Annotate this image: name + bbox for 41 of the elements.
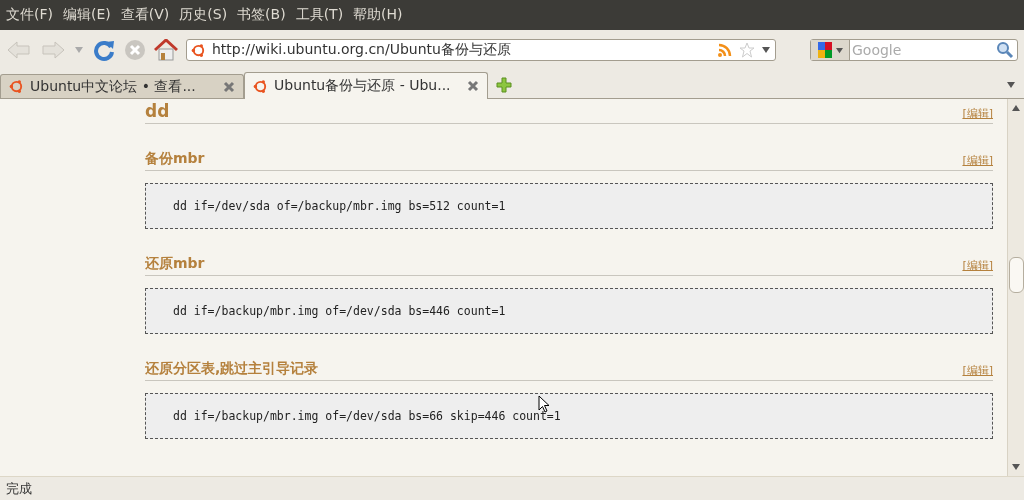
site-logo-icon (191, 42, 206, 58)
ubuntu-logo-icon (253, 78, 268, 94)
stop-icon[interactable] (124, 39, 146, 61)
scrollbar[interactable] (1007, 99, 1024, 476)
search-icon[interactable] (996, 41, 1014, 59)
menu-item[interactable]: 编辑(E) (63, 6, 111, 24)
section-heading: 还原mbr (145, 255, 205, 273)
menu-item[interactable]: 历史(S) (179, 6, 228, 24)
search-bar[interactable]: Google (810, 39, 1018, 61)
mouse-cursor-icon (538, 395, 550, 413)
scroll-thumb[interactable] (1009, 257, 1024, 293)
menu-item[interactable]: 帮助(H) (353, 6, 403, 24)
section-heading: dd (145, 101, 170, 121)
search-field[interactable]: Google (850, 41, 996, 59)
close-icon[interactable] (223, 80, 235, 93)
rss-feed-icon[interactable] (717, 42, 733, 58)
scroll-up-icon[interactable] (1012, 105, 1020, 111)
star-icon[interactable] (739, 42, 755, 58)
section-heading: 备份mbr (145, 150, 205, 168)
home-icon[interactable] (154, 39, 178, 61)
menu-item[interactable]: 查看(V) (120, 6, 170, 24)
menu-item[interactable]: 文件(F) (6, 6, 53, 24)
code-text: dd if=/backup/mbr.img of=/dev/sda bs=446 count=1 (173, 304, 506, 318)
status-text: 完成 (6, 479, 32, 498)
reload-icon[interactable] (92, 38, 116, 62)
search-engine-icon (816, 41, 833, 59)
ubuntu-logo-icon (9, 79, 24, 94)
scroll-down-icon[interactable] (1012, 464, 1020, 470)
dropdown-caret-icon[interactable] (834, 46, 844, 54)
new-tab-plus-icon[interactable] (496, 77, 512, 93)
browser-tab[interactable]: Ubuntu中文论坛 • 查看... (0, 74, 244, 98)
code-text: dd if=/dev/sda of=/backup/mbr.img bs=512 count=1 (173, 199, 506, 213)
tab-list-caret-icon[interactable] (1006, 81, 1016, 89)
menu-item[interactable]: 书签(B) (237, 6, 286, 24)
code-text: dd if=/backup/mbr.img of=/dev/sda bs=66 skip=446 count=1 (173, 409, 561, 423)
close-icon[interactable] (467, 80, 479, 92)
dropdown-caret-icon[interactable] (761, 46, 771, 54)
menu-item[interactable]: 工具(T) (295, 6, 344, 24)
section-heading: 还原分区表,跳过主引导记录 (145, 360, 319, 378)
address-bar[interactable]: http://wiki.ubuntu.org.cn/Ubuntu备份与还原 (186, 39, 776, 61)
browser-tab[interactable]: Ubuntu备份与还原 - Ubu... (244, 72, 488, 99)
